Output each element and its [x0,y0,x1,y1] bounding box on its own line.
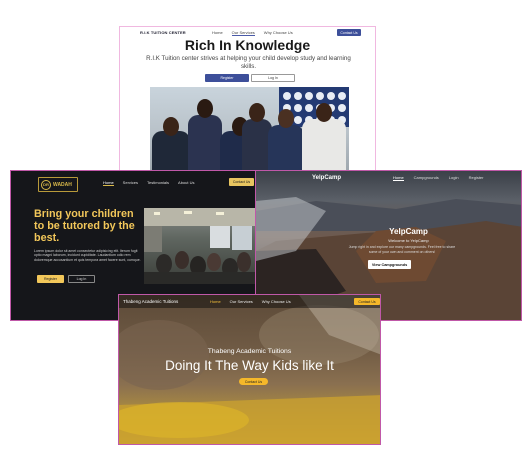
yelp-nav-links: Home Campgrounds Login Register [393,175,484,181]
rik-hero-subtitle: R.I.K Tuition center strives at helping … [146,55,351,70]
yelp-hero-title: YelpCamp [389,227,428,236]
rik-register-button[interactable]: Register [205,74,249,82]
thabeng-brand[interactable]: Thabeng Academic Tuitions [123,299,178,304]
thabeng-nav-links: Home Our Services Why Choose Us [210,299,291,304]
rik-nav-home[interactable]: Home [212,30,223,36]
yelp-hero-welcome: Welcome to YelpCamp [388,238,429,243]
rik-brand[interactable]: R.I.K TUITION CENTER [140,30,186,35]
dr-nav-testimonials[interactable]: Testimonials [147,180,169,186]
rik-students-photo [150,87,349,175]
student-figure [302,103,346,175]
dr-logo-mark: DR [41,179,51,190]
dr-classroom-photo [144,208,255,284]
dr-logo-text: WADAH [53,181,72,188]
yelp-nav-campgrounds[interactable]: Campgrounds [414,175,439,181]
rik-contact-button[interactable]: Contact Us [337,29,361,36]
dr-nav-home[interactable]: Home [103,180,114,186]
thabeng-contact-hero-button[interactable]: Contact Us [239,378,268,385]
thabeng-navbar: Thabeng Academic Tuitions Home Our Servi… [119,295,380,308]
student-figure [188,99,222,175]
rik-site-screenshot: R.I.K TUITION CENTER Home Our Services W… [119,26,376,176]
dr-nav-links: Home Services Testimonials About Us [103,180,194,186]
rik-nav-why[interactable]: Why Choose Us [264,30,293,36]
yelp-nav-register[interactable]: Register [469,175,484,181]
dr-nav-about[interactable]: About Us [178,180,194,186]
yelp-nav-login[interactable]: Login [449,175,459,181]
yelp-brand[interactable]: YelpCamp [312,175,341,181]
thabeng-nav-why[interactable]: Why Choose Us [262,299,291,304]
thabeng-nav-home[interactable]: Home [210,299,221,304]
rik-nav-services[interactable]: Our Services [231,30,255,36]
student-figure [268,109,304,175]
dr-hero-headline: Bring your children to be tutored by the… [34,208,135,244]
dr-register-button[interactable]: Register [37,275,64,283]
dr-hero-body: Lorem ipsum dolor sit amet consectetur a… [34,249,141,262]
thabeng-contact-nav-button[interactable]: Contact Us [354,298,380,305]
dr-logo[interactable]: DR WADAH [38,177,78,192]
rik-hero-title: Rich In Knowledge [184,37,311,53]
view-campgrounds-button[interactable]: View Campgrounds [368,260,411,269]
rik-nav-links: Home Our Services Why Choose Us [212,30,293,36]
thabeng-nav-services[interactable]: Our Services [230,299,253,304]
dr-nav-services[interactable]: Services [123,180,138,186]
classroom-illustration [144,208,255,284]
dr-login-button[interactable]: Log In [68,275,95,283]
yelp-hero-description: Jump right in and explore our many campg… [348,245,456,254]
rik-login-button[interactable]: Log In [251,74,295,82]
thabeng-site-screenshot: Thabeng Academic Tuitions Home Our Servi… [118,294,381,445]
thabeng-hero-subtitle: Thabeng Academic Tuitions [207,348,292,355]
yelp-nav-home[interactable]: Home [393,175,404,181]
thabeng-hero-title: Doing It The Way Kids like It [165,358,334,373]
dr-contact-button[interactable]: Contact Us [229,178,254,186]
